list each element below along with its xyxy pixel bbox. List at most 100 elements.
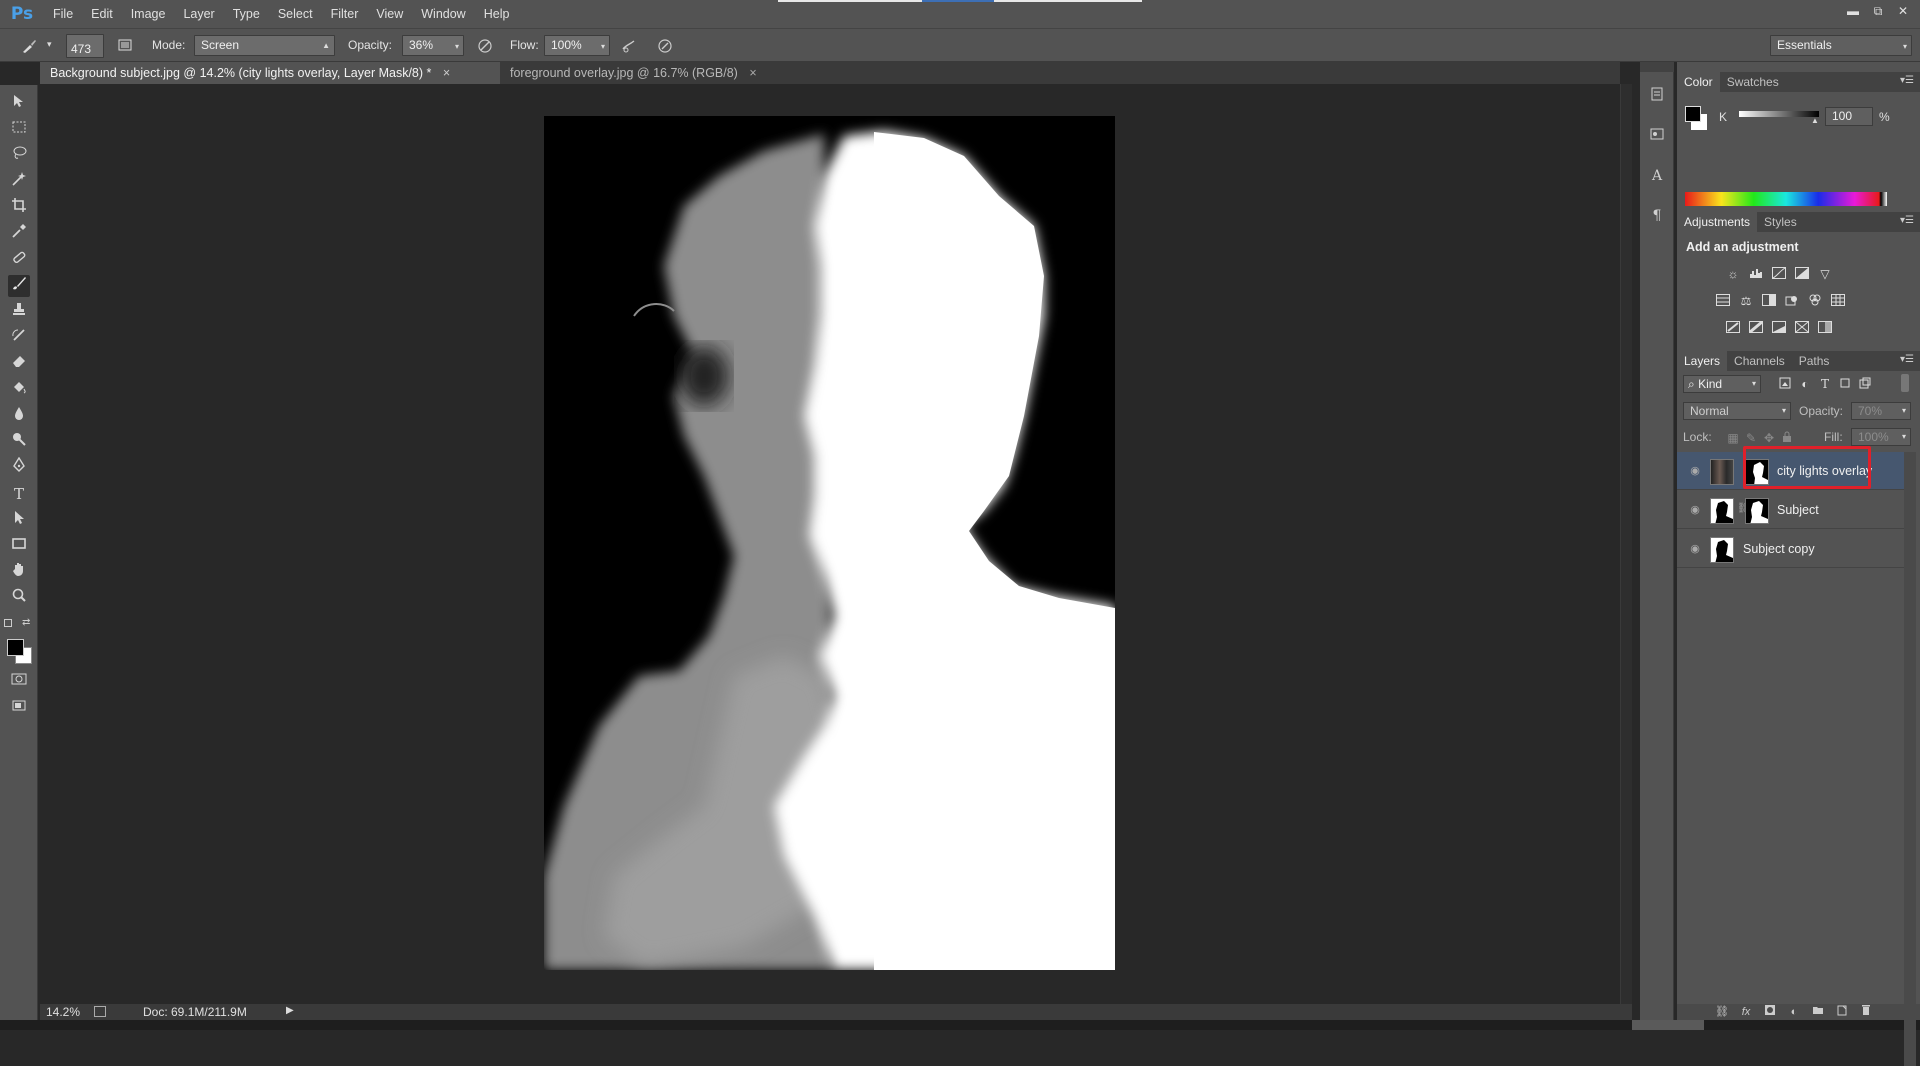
close-button[interactable]: ✕ <box>1892 3 1914 19</box>
threshold-icon[interactable] <box>1771 321 1787 335</box>
shape-tool-icon[interactable] <box>8 535 30 557</box>
pen-tool-icon[interactable] <box>8 456 30 479</box>
lock-transparent-icon[interactable]: ▦ <box>1725 431 1741 445</box>
tab-foreground-overlay[interactable]: foreground overlay.jpg @ 16.7% (RGB/8) × <box>500 62 830 84</box>
new-layer-icon[interactable] <box>1833 1004 1851 1020</box>
lock-all-icon[interactable] <box>1779 431 1795 445</box>
eraser-icon[interactable] <box>8 353 30 375</box>
paint-bucket-icon[interactable] <box>8 379 30 401</box>
character-panel-icon[interactable]: A <box>1647 166 1667 186</box>
menu-type[interactable]: Type <box>224 0 269 28</box>
gradient-map-icon[interactable] <box>1794 321 1810 335</box>
paragraph-panel-icon[interactable]: ¶ <box>1647 206 1667 226</box>
k-slider-track[interactable] <box>1739 111 1819 117</box>
tab-adjustments[interactable]: Adjustments <box>1677 212 1758 232</box>
hand-tool-icon[interactable] <box>8 561 30 583</box>
tab-background-subject[interactable]: Background subject.jpg @ 14.2% (city lig… <box>40 62 500 84</box>
screen-mode-icon[interactable] <box>8 697 30 719</box>
color-foreground-swatch[interactable] <box>1685 106 1701 122</box>
pressure-size-icon[interactable] <box>656 37 674 55</box>
lock-image-icon[interactable]: ✎ <box>1743 431 1759 445</box>
path-selection-icon[interactable] <box>8 509 30 531</box>
brush-preset-icon[interactable] <box>20 37 38 55</box>
status-info-icon[interactable] <box>94 1006 106 1017</box>
brush-panel-toggle-icon[interactable] <box>116 37 134 55</box>
document-canvas[interactable] <box>544 116 1115 970</box>
mode-select[interactable]: Screen ▲ <box>194 35 335 56</box>
menu-layer[interactable]: Layer <box>174 0 223 28</box>
visibility-eye-icon[interactable]: ◉ <box>1687 502 1703 518</box>
blur-tool-icon[interactable] <box>8 405 30 427</box>
close-tab-icon[interactable]: × <box>443 66 450 80</box>
channel-mixer-icon[interactable] <box>1807 294 1823 308</box>
levels-icon[interactable] <box>1748 267 1764 281</box>
adjustment-layer-icon[interactable]: ◐ <box>1785 1004 1803 1020</box>
tab-paths[interactable]: Paths <box>1792 351 1837 371</box>
tab-swatches[interactable]: Swatches <box>1720 72 1786 92</box>
brush-tool-icon[interactable] <box>8 275 30 297</box>
hue-saturation-icon[interactable] <box>1715 294 1731 308</box>
marquee-tool-icon[interactable] <box>8 119 30 141</box>
color-ramp-spectrum[interactable] <box>1685 192 1887 206</box>
crop-tool-icon[interactable] <box>8 197 30 219</box>
filter-toggle-switch[interactable] <box>1901 374 1909 392</box>
healing-brush-icon[interactable] <box>8 249 30 271</box>
lasso-tool-icon[interactable] <box>8 145 30 167</box>
vibrance-icon[interactable]: ▽ <box>1817 267 1833 281</box>
airbrush-icon[interactable] <box>620 37 638 55</box>
pressure-opacity-icon[interactable] <box>476 37 494 55</box>
tab-color[interactable]: Color <box>1677 72 1720 92</box>
menu-filter[interactable]: Filter <box>322 0 368 28</box>
layers-scrollbar[interactable] <box>1904 452 1916 1066</box>
eyedropper-icon[interactable] <box>8 223 30 245</box>
black-white-icon[interactable] <box>1761 294 1777 308</box>
filter-pixel-icon[interactable] <box>1777 377 1793 391</box>
layer-mask-thumbnail[interactable] <box>1745 498 1769 524</box>
restore-button[interactable]: ⧉ <box>1867 3 1889 19</box>
foreground-color-swatch[interactable] <box>7 639 24 656</box>
close-tab-icon[interactable]: × <box>749 66 756 80</box>
filter-adjustment-icon[interactable]: ◐ <box>1797 377 1813 391</box>
move-tool-icon[interactable] <box>8 93 30 115</box>
chevron-down-icon[interactable]: ▾ <box>47 39 52 50</box>
panel-menu-icon[interactable]: ▾☰ <box>1900 215 1914 226</box>
vertical-scrollbar[interactable] <box>1620 84 1632 1004</box>
curves-icon[interactable] <box>1771 267 1787 281</box>
workspace-switcher[interactable]: Essentials ▾ <box>1770 35 1912 56</box>
lock-position-icon[interactable]: ✥ <box>1761 431 1777 445</box>
swap-colors-icon[interactable]: ⇄ <box>22 617 30 628</box>
photo-filter-icon[interactable] <box>1784 294 1800 308</box>
menu-window[interactable]: Window <box>412 0 474 28</box>
new-group-icon[interactable] <box>1809 1004 1827 1020</box>
color-balance-icon[interactable]: ⚖ <box>1738 294 1754 308</box>
flow-field[interactable]: 100% ▾ <box>544 35 610 56</box>
posterize-icon[interactable] <box>1748 320 1764 335</box>
add-mask-icon[interactable] <box>1761 1004 1779 1020</box>
color-lookup-icon[interactable] <box>1830 294 1846 308</box>
layer-opacity-field[interactable]: 70% ▾ <box>1851 402 1911 420</box>
invert-icon[interactable] <box>1725 321 1741 335</box>
layer-row-subject[interactable]: ◉ ⛓ Subject <box>1677 491 1904 529</box>
link-layers-icon[interactable]: ⛓ <box>1713 1004 1731 1020</box>
panel-menu-icon[interactable]: ▾☰ <box>1900 75 1914 86</box>
magic-wand-icon[interactable] <box>8 171 30 193</box>
k-value-field[interactable]: 100 <box>1825 107 1873 126</box>
status-menu-arrow-icon[interactable]: ▶ <box>286 1005 294 1016</box>
history-panel-icon[interactable] <box>1647 86 1667 106</box>
filter-type-icon[interactable]: T <box>1817 377 1833 391</box>
menu-view[interactable]: View <box>367 0 412 28</box>
opacity-field[interactable]: 36% ▾ <box>402 35 464 56</box>
zoom-level[interactable]: 14.2% <box>46 1005 80 1019</box>
visibility-eye-icon[interactable]: ◉ <box>1687 541 1703 557</box>
filter-shape-icon[interactable] <box>1837 377 1853 391</box>
layer-filter-select[interactable]: ⌕ Kind ▾ <box>1683 375 1761 393</box>
exposure-icon[interactable] <box>1794 267 1810 281</box>
dodge-tool-icon[interactable] <box>8 431 30 453</box>
layer-row-subject-copy[interactable]: ◉ Subject copy <box>1677 530 1904 568</box>
selective-color-icon[interactable] <box>1817 321 1833 335</box>
history-brush-icon[interactable] <box>8 327 30 349</box>
menu-file[interactable]: File <box>44 0 82 28</box>
panel-menu-icon[interactable]: ▾☰ <box>1900 354 1914 365</box>
menu-image[interactable]: Image <box>122 0 175 28</box>
brush-size-field[interactable]: 473 <box>66 34 104 58</box>
